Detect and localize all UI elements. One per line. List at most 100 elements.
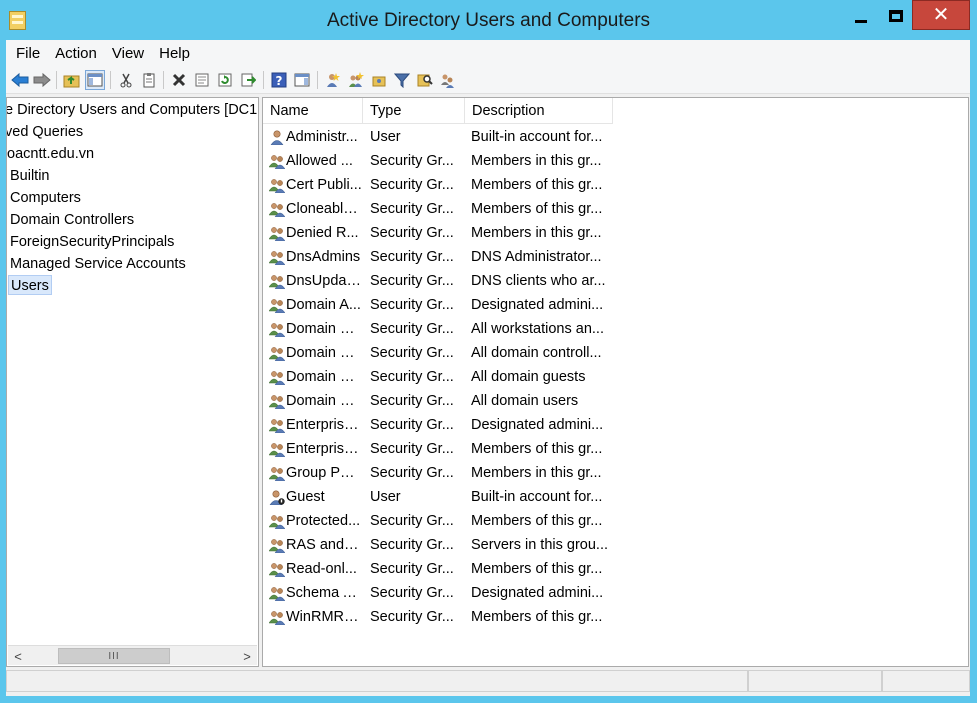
- scroll-thumb[interactable]: III: [58, 648, 170, 664]
- refresh-icon[interactable]: [215, 70, 235, 90]
- minimize-button[interactable]: [842, 2, 880, 30]
- scroll-right-arrow-icon[interactable]: >: [238, 647, 256, 665]
- group-icon: [268, 273, 286, 290]
- cell-description: Members of this gr...: [471, 609, 603, 625]
- details-list[interactable]: Name Type Description Administr... User Bu…: [262, 97, 969, 667]
- copy-icon[interactable]: [139, 70, 159, 90]
- add-to-group-icon[interactable]: [438, 70, 458, 90]
- table-row[interactable]: Denied R... Security Gr... Members in this…: [263, 221, 963, 245]
- table-row[interactable]: Enterprise... Security Gr... Members of th…: [263, 437, 963, 461]
- export-list-icon[interactable]: [238, 70, 258, 90]
- column-header-type[interactable]: Type: [363, 98, 465, 124]
- tree-item-root[interactable]: e Directory Users and Computers [DC1: [7, 100, 257, 120]
- table-row[interactable]: Domain G... Security Gr... All domain gues…: [263, 365, 963, 389]
- cell-description: All domain guests: [471, 369, 586, 385]
- tree-item-foreign-security-principals[interactable]: ForeignSecurityPrincipals: [10, 232, 174, 252]
- menu-file[interactable]: File: [10, 45, 46, 62]
- column-header-description[interactable]: Description: [465, 98, 613, 124]
- maximize-button[interactable]: [880, 2, 912, 30]
- table-row[interactable]: DnsUpdat... Security Gr... DNS clients who…: [263, 269, 963, 293]
- menu-help[interactable]: Help: [153, 45, 196, 62]
- window-title: Active Directory Users and Computers: [326, 10, 651, 31]
- back-arrow-icon[interactable]: [10, 70, 30, 90]
- table-row[interactable]: RAS and I... Security Gr... Servers in thi…: [263, 533, 963, 557]
- group-icon: [268, 225, 286, 242]
- delete-icon[interactable]: [169, 70, 189, 90]
- cell-name: Cert Publi...: [286, 177, 362, 193]
- svg-text:?: ?: [276, 74, 283, 88]
- scroll-left-arrow-icon[interactable]: <: [9, 647, 27, 665]
- table-row[interactable]: Administr... User Built-in account for...: [263, 125, 963, 149]
- cell-type: Security Gr...: [370, 225, 454, 241]
- table-row[interactable]: Allowed ... Security Gr... Members in this…: [263, 149, 963, 173]
- cell-type: Security Gr...: [370, 153, 454, 169]
- group-icon: [268, 585, 286, 602]
- forward-arrow-icon[interactable]: [32, 70, 52, 90]
- filter-icon[interactable]: [392, 70, 412, 90]
- tree-item-builtin[interactable]: Builtin: [10, 166, 50, 186]
- cell-name: Schema A...: [286, 585, 362, 601]
- cell-type: Security Gr...: [370, 345, 454, 361]
- table-row[interactable]: Domain C... Security Gr... All workstation…: [263, 317, 963, 341]
- group-icon: [268, 321, 286, 338]
- cell-description: Members of this gr...: [471, 561, 603, 577]
- help-icon[interactable]: ?: [269, 70, 289, 90]
- column-header-name[interactable]: Name: [263, 98, 363, 124]
- cell-name: Domain C...: [286, 345, 362, 361]
- find-objects-icon[interactable]: [415, 70, 435, 90]
- cell-description: Built-in account for...: [471, 129, 603, 145]
- cell-type: Security Gr...: [370, 273, 454, 289]
- cell-type: Security Gr...: [370, 417, 454, 433]
- create-group-icon[interactable]: [346, 70, 366, 90]
- table-row[interactable]: Protected... Security Gr... Members of thi…: [263, 509, 963, 533]
- cell-description: All workstations an...: [471, 321, 604, 337]
- cell-type: Security Gr...: [370, 297, 454, 313]
- minimize-icon: [855, 19, 867, 23]
- cell-name: RAS and I...: [286, 537, 362, 553]
- menu-action[interactable]: Action: [49, 45, 103, 62]
- table-row[interactable]: Schema A... Security Gr... Designated admi…: [263, 581, 963, 605]
- close-button[interactable]: ✕: [912, 0, 970, 30]
- table-row[interactable]: Domain C... Security Gr... All domain cont…: [263, 341, 963, 365]
- cell-type: Security Gr...: [370, 441, 454, 457]
- table-row[interactable]: Domain A... Security Gr... Designated admi…: [263, 293, 963, 317]
- cell-type: User: [370, 129, 401, 145]
- tree-item-computers[interactable]: Computers: [10, 188, 81, 208]
- properties-icon[interactable]: [192, 70, 212, 90]
- table-row[interactable]: WinRMRe... Security Gr... Members of this …: [263, 605, 963, 629]
- cell-name: Denied R...: [286, 225, 359, 241]
- cell-type: Security Gr...: [370, 201, 454, 217]
- tree-item-domain-controllers[interactable]: Domain Controllers: [10, 210, 134, 230]
- table-row[interactable]: Read-onl... Security Gr... Members of this…: [263, 557, 963, 581]
- table-row[interactable]: Group Pol... Security Gr... Members in thi…: [263, 461, 963, 485]
- menu-view[interactable]: View: [106, 45, 150, 62]
- cell-name: Enterprise...: [286, 417, 362, 433]
- table-row[interactable]: Domain U... Security Gr... All domain user…: [263, 389, 963, 413]
- folder-up-icon[interactable]: [62, 70, 82, 90]
- table-row[interactable]: Cert Publi... Security Gr... Members of th…: [263, 173, 963, 197]
- table-row[interactable]: Guest User Built-in account for...: [263, 485, 963, 509]
- cell-type: Security Gr...: [370, 321, 454, 337]
- tree-horizontal-scrollbar[interactable]: < III >: [8, 645, 257, 665]
- create-ou-icon[interactable]: [369, 70, 389, 90]
- group-icon: [268, 393, 286, 410]
- cell-type: Security Gr...: [370, 561, 454, 577]
- table-row[interactable]: Cloneable... Security Gr... Members of thi…: [263, 197, 963, 221]
- tree-item-managed-service-accounts[interactable]: Managed Service Accounts: [10, 254, 186, 274]
- cell-name: Domain C...: [286, 321, 362, 337]
- tree-item-users[interactable]: Users: [8, 275, 52, 295]
- table-row[interactable]: DnsAdmins Security Gr... DNS Administrator…: [263, 245, 963, 269]
- cell-description: Designated admini...: [471, 585, 604, 601]
- table-row[interactable]: Enterprise... Security Gr... Designated ad…: [263, 413, 963, 437]
- show-hide-console-tree-icon[interactable]: [85, 70, 105, 90]
- create-user-icon[interactable]: [323, 70, 343, 90]
- cut-icon[interactable]: [116, 70, 136, 90]
- action-pane-icon[interactable]: [292, 70, 312, 90]
- cell-description: All domain controll...: [471, 345, 602, 361]
- tree-item-saved-queries[interactable]: ved Queries: [7, 122, 83, 142]
- console-tree[interactable]: e Directory Users and Computers [DC1 ved…: [6, 97, 259, 667]
- cell-type: User: [370, 489, 401, 505]
- group-icon: [268, 297, 286, 314]
- tree-item-domain[interactable]: oacntt.edu.vn: [7, 144, 94, 164]
- cell-name: Read-onl...: [286, 561, 357, 577]
